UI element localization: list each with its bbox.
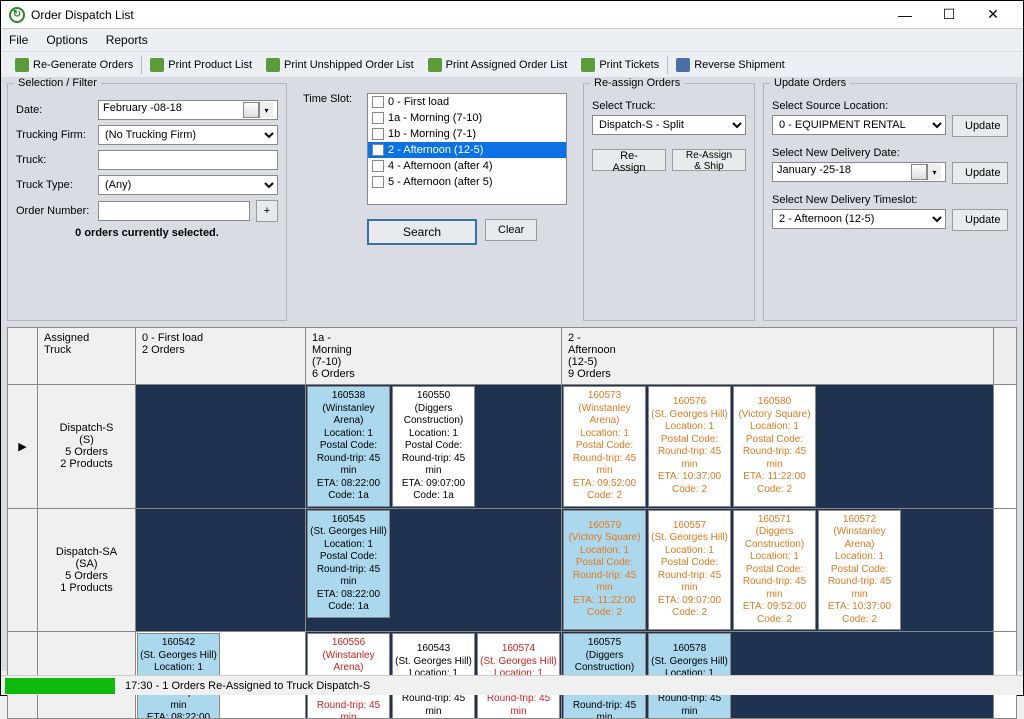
checkbox-icon[interactable] bbox=[372, 176, 384, 188]
checkbox-icon[interactable] bbox=[372, 96, 384, 108]
update-title: Update Orders bbox=[770, 77, 850, 89]
status-bar: 17:30 - 1 Orders Re-Assigned to Truck Di… bbox=[1, 675, 1023, 695]
update-date-button[interactable]: Update bbox=[952, 162, 1008, 184]
timeslot-label: Time Slot: bbox=[303, 93, 367, 105]
add-order-button[interactable]: + bbox=[256, 200, 278, 222]
afternoon-cell: 160579(Victory Square)Location: 1Postal … bbox=[562, 509, 994, 632]
app-icon: ↻ bbox=[9, 7, 25, 23]
timeslot-item[interactable]: 1b - Morning (7-1) bbox=[368, 126, 566, 142]
order-card[interactable]: 160571(Diggers Construction)Location: 1P… bbox=[733, 510, 816, 631]
reassign-button[interactable]: Re-Assign bbox=[592, 149, 666, 171]
first-load-cell bbox=[136, 509, 306, 632]
truck-input[interactable] bbox=[98, 150, 278, 170]
window-title: Order Dispatch List bbox=[31, 8, 883, 22]
morning-cell: 160545(St. Georges Hill)Location: 1Posta… bbox=[306, 509, 562, 632]
select-source-label: Select Source Location: bbox=[772, 100, 1008, 112]
afternoon-cell: 160573(Winstanley Arena)Location: 1Posta… bbox=[562, 385, 994, 508]
truck-type-select[interactable]: (Any) bbox=[98, 175, 278, 195]
update-timeslot-button[interactable]: Update bbox=[952, 209, 1008, 231]
reassign-title: Re-assign Orders bbox=[590, 77, 684, 89]
status-text: 17:30 - 1 Orders Re-Assigned to Truck Di… bbox=[125, 680, 370, 692]
order-number-input[interactable] bbox=[98, 201, 250, 221]
close-button[interactable]: ✕ bbox=[971, 2, 1015, 28]
timeslot-item[interactable]: 1a - Morning (7-10) bbox=[368, 110, 566, 126]
truck-label-cell: Dispatch-SA (SA) 5 Orders 1 Products bbox=[38, 509, 136, 632]
timeslot-item[interactable]: 0 - First load bbox=[368, 94, 566, 110]
print-unshipped-button[interactable]: Print Unshipped Order List bbox=[260, 56, 420, 74]
calendar-icon[interactable] bbox=[911, 164, 927, 180]
header-first-load: 0 - First load 2 Orders bbox=[136, 328, 306, 384]
date-input[interactable]: February -08-18▾ bbox=[98, 100, 278, 120]
reverse-shipment-button[interactable]: Reverse Shipment bbox=[670, 56, 791, 74]
delivery-timeslot-select[interactable]: 2 - Afternoon (12-5) bbox=[772, 209, 946, 229]
timeslot-item[interactable]: 5 - Afternoon (after 5) bbox=[368, 174, 566, 190]
source-location-select[interactable]: 0 - EQUIPMENT RENTAL bbox=[772, 115, 946, 135]
grid-row: ▶Dispatch-S (S) 5 Orders 2 Products 16053… bbox=[8, 385, 1016, 509]
truck-type-label: Truck Type: bbox=[16, 179, 98, 191]
checkbox-icon[interactable] bbox=[372, 128, 384, 140]
checkbox-icon[interactable] bbox=[372, 112, 384, 124]
morning-cell: 160538(Winstanley Arena)Location: 1Posta… bbox=[306, 385, 562, 508]
truck-label-cell: Dispatch-S (S) 5 Orders 2 Products bbox=[38, 385, 136, 508]
checkbox-icon[interactable] bbox=[372, 144, 384, 156]
dispatch-grid: Assigned Truck 0 - First load 2 Orders 1… bbox=[7, 327, 1017, 719]
timeslot-list[interactable]: 0 - First load1a - Morning (7-10)1b - Mo… bbox=[367, 93, 567, 205]
order-card[interactable]: 160580(Victory Square)Location: 1Postal … bbox=[733, 386, 816, 507]
titlebar: ↻ Order Dispatch List — ☐ ✕ bbox=[1, 1, 1023, 29]
menu-file[interactable]: File bbox=[9, 33, 28, 47]
minimize-button[interactable]: — bbox=[883, 2, 927, 28]
update-source-button[interactable]: Update bbox=[952, 115, 1008, 137]
timeslot-item[interactable]: 4 - Afternoon (after 4) bbox=[368, 158, 566, 174]
timeslot-panel: Time Slot: 0 - First load1a - Morning (7… bbox=[295, 83, 575, 321]
header-assigned-truck: Assigned Truck bbox=[38, 328, 136, 384]
search-button[interactable]: Search bbox=[367, 219, 477, 245]
order-card[interactable]: 160572(Winstanley Arena)Location: 1Posta… bbox=[818, 510, 901, 631]
checkbox-icon[interactable] bbox=[372, 160, 384, 172]
select-truck-label: Select Truck: bbox=[592, 100, 746, 112]
order-card[interactable]: 160545(St. Georges Hill)Location: 1Posta… bbox=[307, 510, 390, 618]
order-card[interactable]: 160557(St. Georges Hill)Location: 1Posta… bbox=[648, 510, 731, 631]
maximize-button[interactable]: ☐ bbox=[927, 2, 971, 28]
delivery-date-input[interactable]: January -25-18▾ bbox=[772, 162, 946, 182]
order-card[interactable]: 160579(Victory Square)Location: 1Postal … bbox=[563, 510, 646, 631]
filter-title: Selection / Filter bbox=[14, 77, 101, 89]
selection-filter-panel: Selection / Filter Date: February -08-18… bbox=[7, 83, 287, 321]
menubar: File Options Reports bbox=[1, 29, 1023, 51]
print-assigned-button[interactable]: Print Assigned Order List bbox=[422, 56, 574, 74]
reassign-panel: Re-assign Orders Select Truck: Dispatch-… bbox=[583, 83, 755, 321]
first-load-cell bbox=[136, 385, 306, 508]
header-morning: 1a - Morning (7-10) 6 Orders bbox=[306, 328, 562, 384]
reassign-ship-button[interactable]: Re-Assign & Ship bbox=[672, 149, 746, 171]
order-number-label: Order Number: bbox=[16, 205, 98, 217]
print-tickets-button[interactable]: Print Tickets bbox=[575, 56, 665, 74]
orders-selected-label: 0 orders currently selected. bbox=[16, 227, 278, 239]
update-panel: Update Orders Select Source Location: 0 … bbox=[763, 83, 1017, 321]
order-card[interactable]: 160550(Diggers Construction)Location: 1P… bbox=[392, 386, 475, 507]
row-selector[interactable]: ▶ bbox=[8, 385, 38, 508]
menu-options[interactable]: Options bbox=[46, 33, 87, 47]
truck-label: Truck: bbox=[16, 154, 98, 166]
row-selector[interactable] bbox=[8, 509, 38, 632]
select-date-label: Select New Delivery Date: bbox=[772, 147, 1008, 159]
menu-reports[interactable]: Reports bbox=[106, 33, 148, 47]
calendar-icon[interactable] bbox=[243, 102, 259, 118]
order-card[interactable]: 160538(Winstanley Arena)Location: 1Posta… bbox=[307, 386, 390, 507]
progress-bar bbox=[5, 678, 115, 694]
date-label: Date: bbox=[16, 104, 98, 116]
order-card[interactable]: 160576(St. Georges Hill)Location: 1Posta… bbox=[648, 386, 731, 507]
header-afternoon: 2 - Afternoon (12-5) 9 Orders bbox=[562, 328, 994, 384]
timeslot-item[interactable]: 2 - Afternoon (12-5) bbox=[368, 142, 566, 158]
grid-corner bbox=[8, 328, 38, 384]
select-timeslot-label: Select New Delivery Timeslot: bbox=[772, 194, 1008, 206]
clear-button[interactable]: Clear bbox=[485, 219, 537, 241]
regenerate-orders-button[interactable]: Re-Generate Orders bbox=[9, 56, 139, 74]
toolbar: Re-Generate Orders Print Product List Pr… bbox=[1, 51, 1023, 77]
trucking-firm-label: Trucking Firm: bbox=[16, 129, 98, 141]
print-product-list-button[interactable]: Print Product List bbox=[144, 56, 258, 74]
select-truck-select[interactable]: Dispatch-S - Split bbox=[592, 115, 746, 135]
grid-row: Dispatch-SA (SA) 5 Orders 1 Products 1605… bbox=[8, 509, 1016, 633]
order-card[interactable]: 160573(Winstanley Arena)Location: 1Posta… bbox=[563, 386, 646, 507]
trucking-firm-select[interactable]: (No Trucking Firm) bbox=[98, 125, 278, 145]
